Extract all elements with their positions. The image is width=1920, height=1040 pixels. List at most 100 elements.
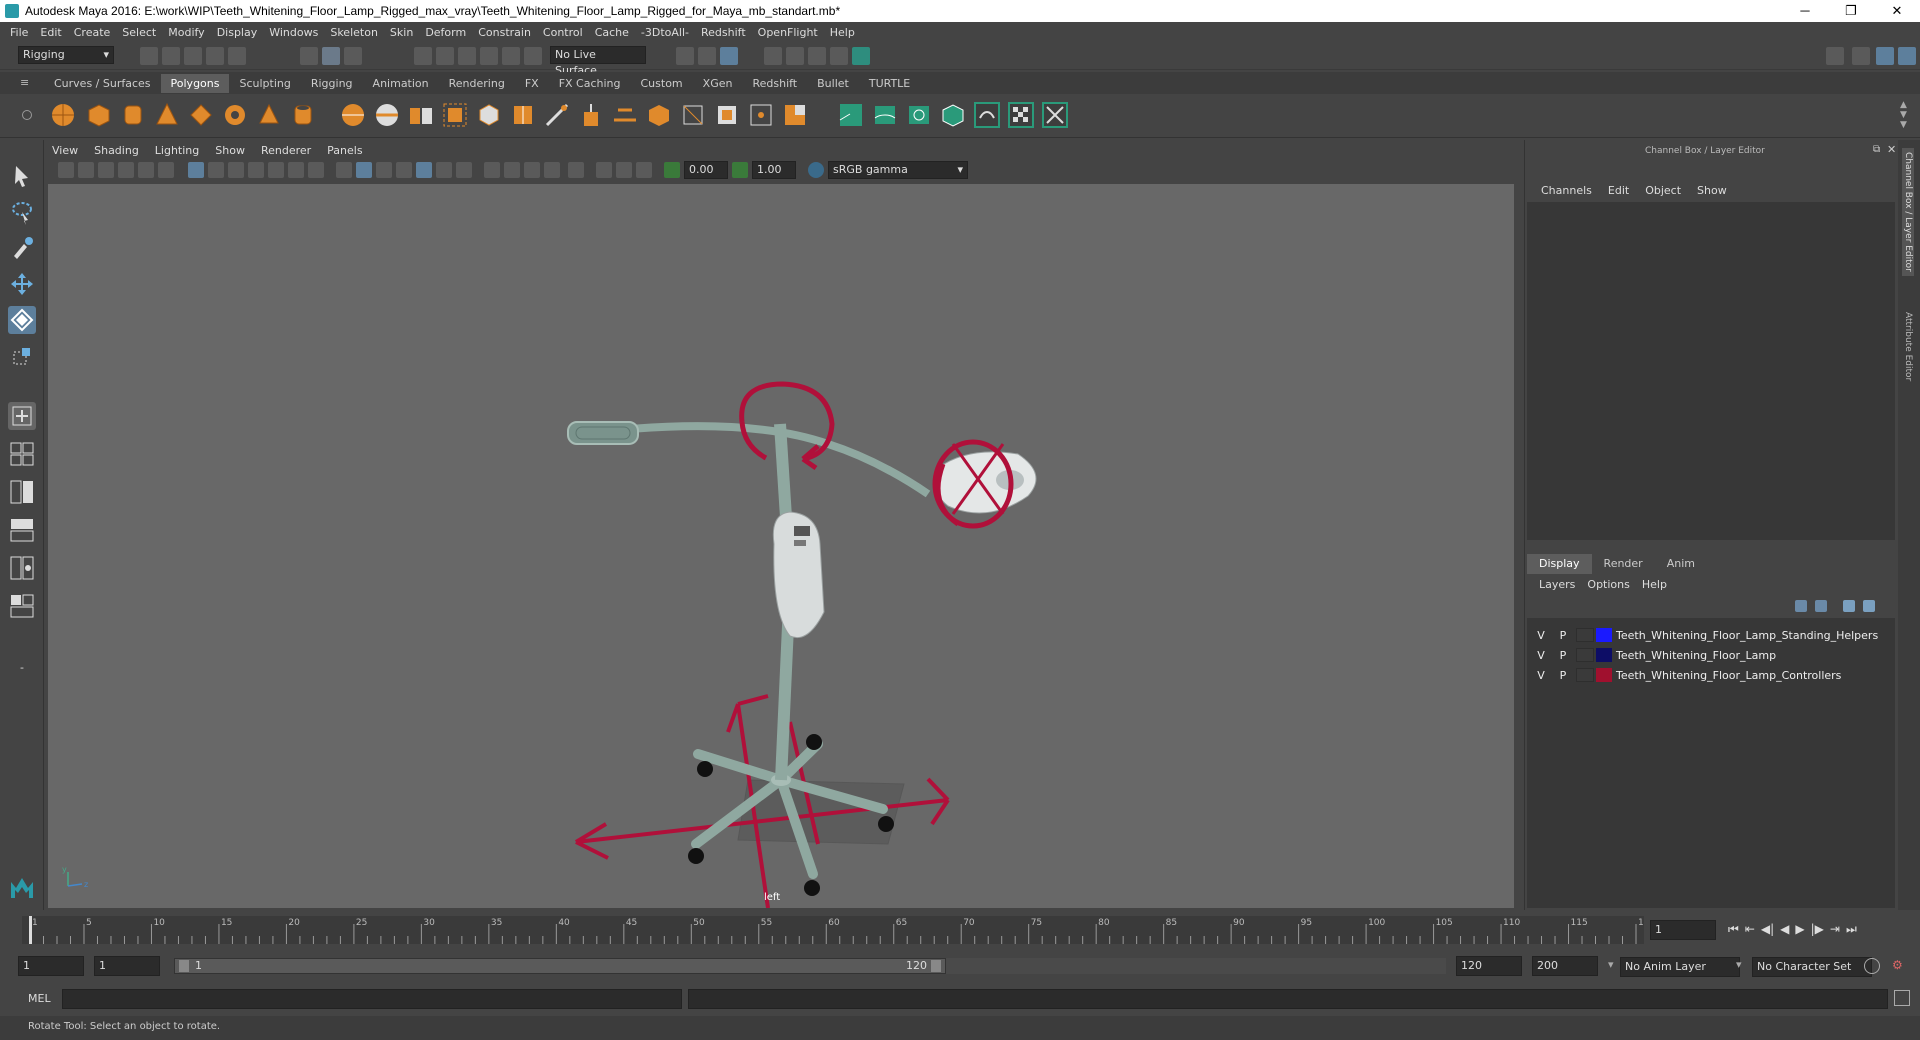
layout-graph-icon[interactable] [8,554,36,582]
preferences-icon[interactable]: ⚙ [1892,958,1908,974]
camera-select-icon[interactable] [58,162,74,178]
poly-torus-icon[interactable] [220,100,250,130]
menu-skin[interactable]: Skin [384,26,419,39]
playback-start-field[interactable]: 1 [94,956,160,976]
layout-persp-graph-icon[interactable] [8,592,36,620]
shelf-tab-xgen[interactable]: XGen [693,74,743,93]
menu-openflight[interactable]: OpenFlight [752,26,824,39]
smooth-shade-icon[interactable] [356,162,372,178]
menu-cache[interactable]: Cache [589,26,635,39]
render-frame-icon[interactable] [764,47,782,65]
vp-menu-shading[interactable]: Shading [86,142,147,160]
film-gate-icon[interactable] [208,162,224,178]
image-plane-icon[interactable] [118,162,134,178]
shelf-tab-sculpting[interactable]: Sculpting [229,74,300,93]
time-slider[interactable]: 1 5 10 15 20 25 30 35 40 45 50 55 60 65 70 75 80 85 90 95 10… [0,910,1920,948]
side-tab-channel-box[interactable]: Channel Box / Layer Editor [1902,148,1914,276]
layer-visibility-toggle[interactable]: V [1530,629,1552,642]
textured-icon[interactable] [416,162,432,178]
shelf-menu-icon[interactable]: ≡ [20,76,29,89]
uv-cut-icon[interactable] [972,100,1002,130]
smooth-icon[interactable] [440,100,470,130]
shelf-tab-fx-caching[interactable]: FX Caching [549,74,631,93]
boolean-icon[interactable] [474,100,504,130]
toggle-attribute-editor-icon[interactable] [1876,47,1894,65]
auto-key-icon[interactable] [1864,958,1880,974]
cb-menu-show[interactable]: Show [1689,184,1735,197]
3d-viewport[interactable]: y z left [48,184,1514,908]
menu-deform[interactable]: Deform [419,26,472,39]
cb-menu-object[interactable]: Object [1637,184,1689,197]
layer-row[interactable]: V P Teeth_Whitening_Floor_Lamp [1530,646,1890,664]
poly-plane-icon[interactable] [186,100,216,130]
extrude-icon[interactable] [576,100,606,130]
poly-cone-icon[interactable] [152,100,182,130]
paint-select-tool-icon[interactable] [8,234,36,262]
screen-space-ao-icon[interactable] [484,162,500,178]
select-tool-icon[interactable] [8,162,36,190]
select-object-icon[interactable] [322,47,340,65]
isolate-select-icon[interactable] [568,162,584,178]
current-time-indicator[interactable] [29,916,32,944]
shadows-icon[interactable] [456,162,472,178]
poly-sphere-icon[interactable] [48,100,78,130]
vp-menu-panels[interactable]: Panels [319,142,370,160]
undo-icon[interactable] [206,47,224,65]
toolbox-collapse-icon[interactable]: - [8,654,36,682]
layer-display-type[interactable] [1576,628,1594,642]
layer-display-type[interactable] [1576,648,1594,662]
shelf-tab-bullet[interactable]: Bullet [807,74,859,93]
menu-modify[interactable]: Modify [162,26,210,39]
safe-action-icon[interactable] [288,162,304,178]
layer-color-swatch[interactable] [1596,668,1612,682]
channel-list[interactable] [1527,202,1895,540]
mirror-icon[interactable] [508,100,538,130]
go-to-start-icon[interactable]: ⏮ [1728,922,1739,937]
menu-create[interactable]: Create [68,26,117,39]
layer-color-swatch[interactable] [1596,648,1612,662]
menu-select[interactable]: Select [116,26,162,39]
xray-components-icon[interactable] [636,162,652,178]
shelf-tab-custom[interactable]: Custom [631,74,693,93]
select-component-icon[interactable] [344,47,362,65]
lamp-arm[interactable] [597,422,931,498]
merge-icon[interactable] [746,100,776,130]
bevel-icon[interactable] [644,100,674,130]
extract-icon[interactable] [406,100,436,130]
gamma-icon[interactable] [732,162,748,178]
current-frame-field[interactable]: 1 [1650,920,1716,940]
combine-icon[interactable] [338,100,368,130]
layout-four-panes-icon[interactable] [8,440,36,468]
shelf-tab-turtle[interactable]: TURTLE [859,74,920,93]
shelf-options-icon[interactable] [22,110,32,120]
script-editor-icon[interactable] [1894,990,1910,1006]
grease-pencil-icon[interactable] [158,162,174,178]
render-view-icon[interactable] [852,47,870,65]
new-layer-selected-icon[interactable] [1863,600,1875,612]
vp-menu-lighting[interactable]: Lighting [147,142,207,160]
step-back-frame-icon[interactable]: ◀| [1761,922,1774,937]
xray-icon[interactable] [596,162,612,178]
shelf-tab-rigging[interactable]: Rigging [301,74,363,93]
snap-surface-icon[interactable] [502,47,520,65]
panel-close-icon[interactable]: ✕ [1887,143,1896,156]
snap-view-icon[interactable] [480,47,498,65]
multisample-aa-icon[interactable] [524,162,540,178]
move-tool-icon[interactable] [8,270,36,298]
select-hierarchy-icon[interactable] [300,47,318,65]
side-tab-attribute-editor[interactable]: Attribute Editor [1902,308,1914,385]
bookmark-icon[interactable] [98,162,114,178]
move-layer-down-icon[interactable] [1815,600,1827,612]
layer-tab-render[interactable]: Render [1592,554,1655,574]
grid-toggle-icon[interactable] [188,162,204,178]
play-forward-icon[interactable]: ▶ [1795,922,1804,937]
lamp-control-unit[interactable] [772,511,825,638]
layer-visibility-toggle[interactable]: V [1530,649,1552,662]
ipr-render-icon[interactable] [786,47,804,65]
menu-windows[interactable]: Windows [263,26,324,39]
construction-history-icon[interactable] [720,47,738,65]
uv-spherical-icon[interactable] [904,100,934,130]
menu-skeleton[interactable]: Skeleton [324,26,384,39]
multi-cut-icon[interactable] [542,100,572,130]
exposure-field[interactable]: 0.00 [684,161,728,179]
